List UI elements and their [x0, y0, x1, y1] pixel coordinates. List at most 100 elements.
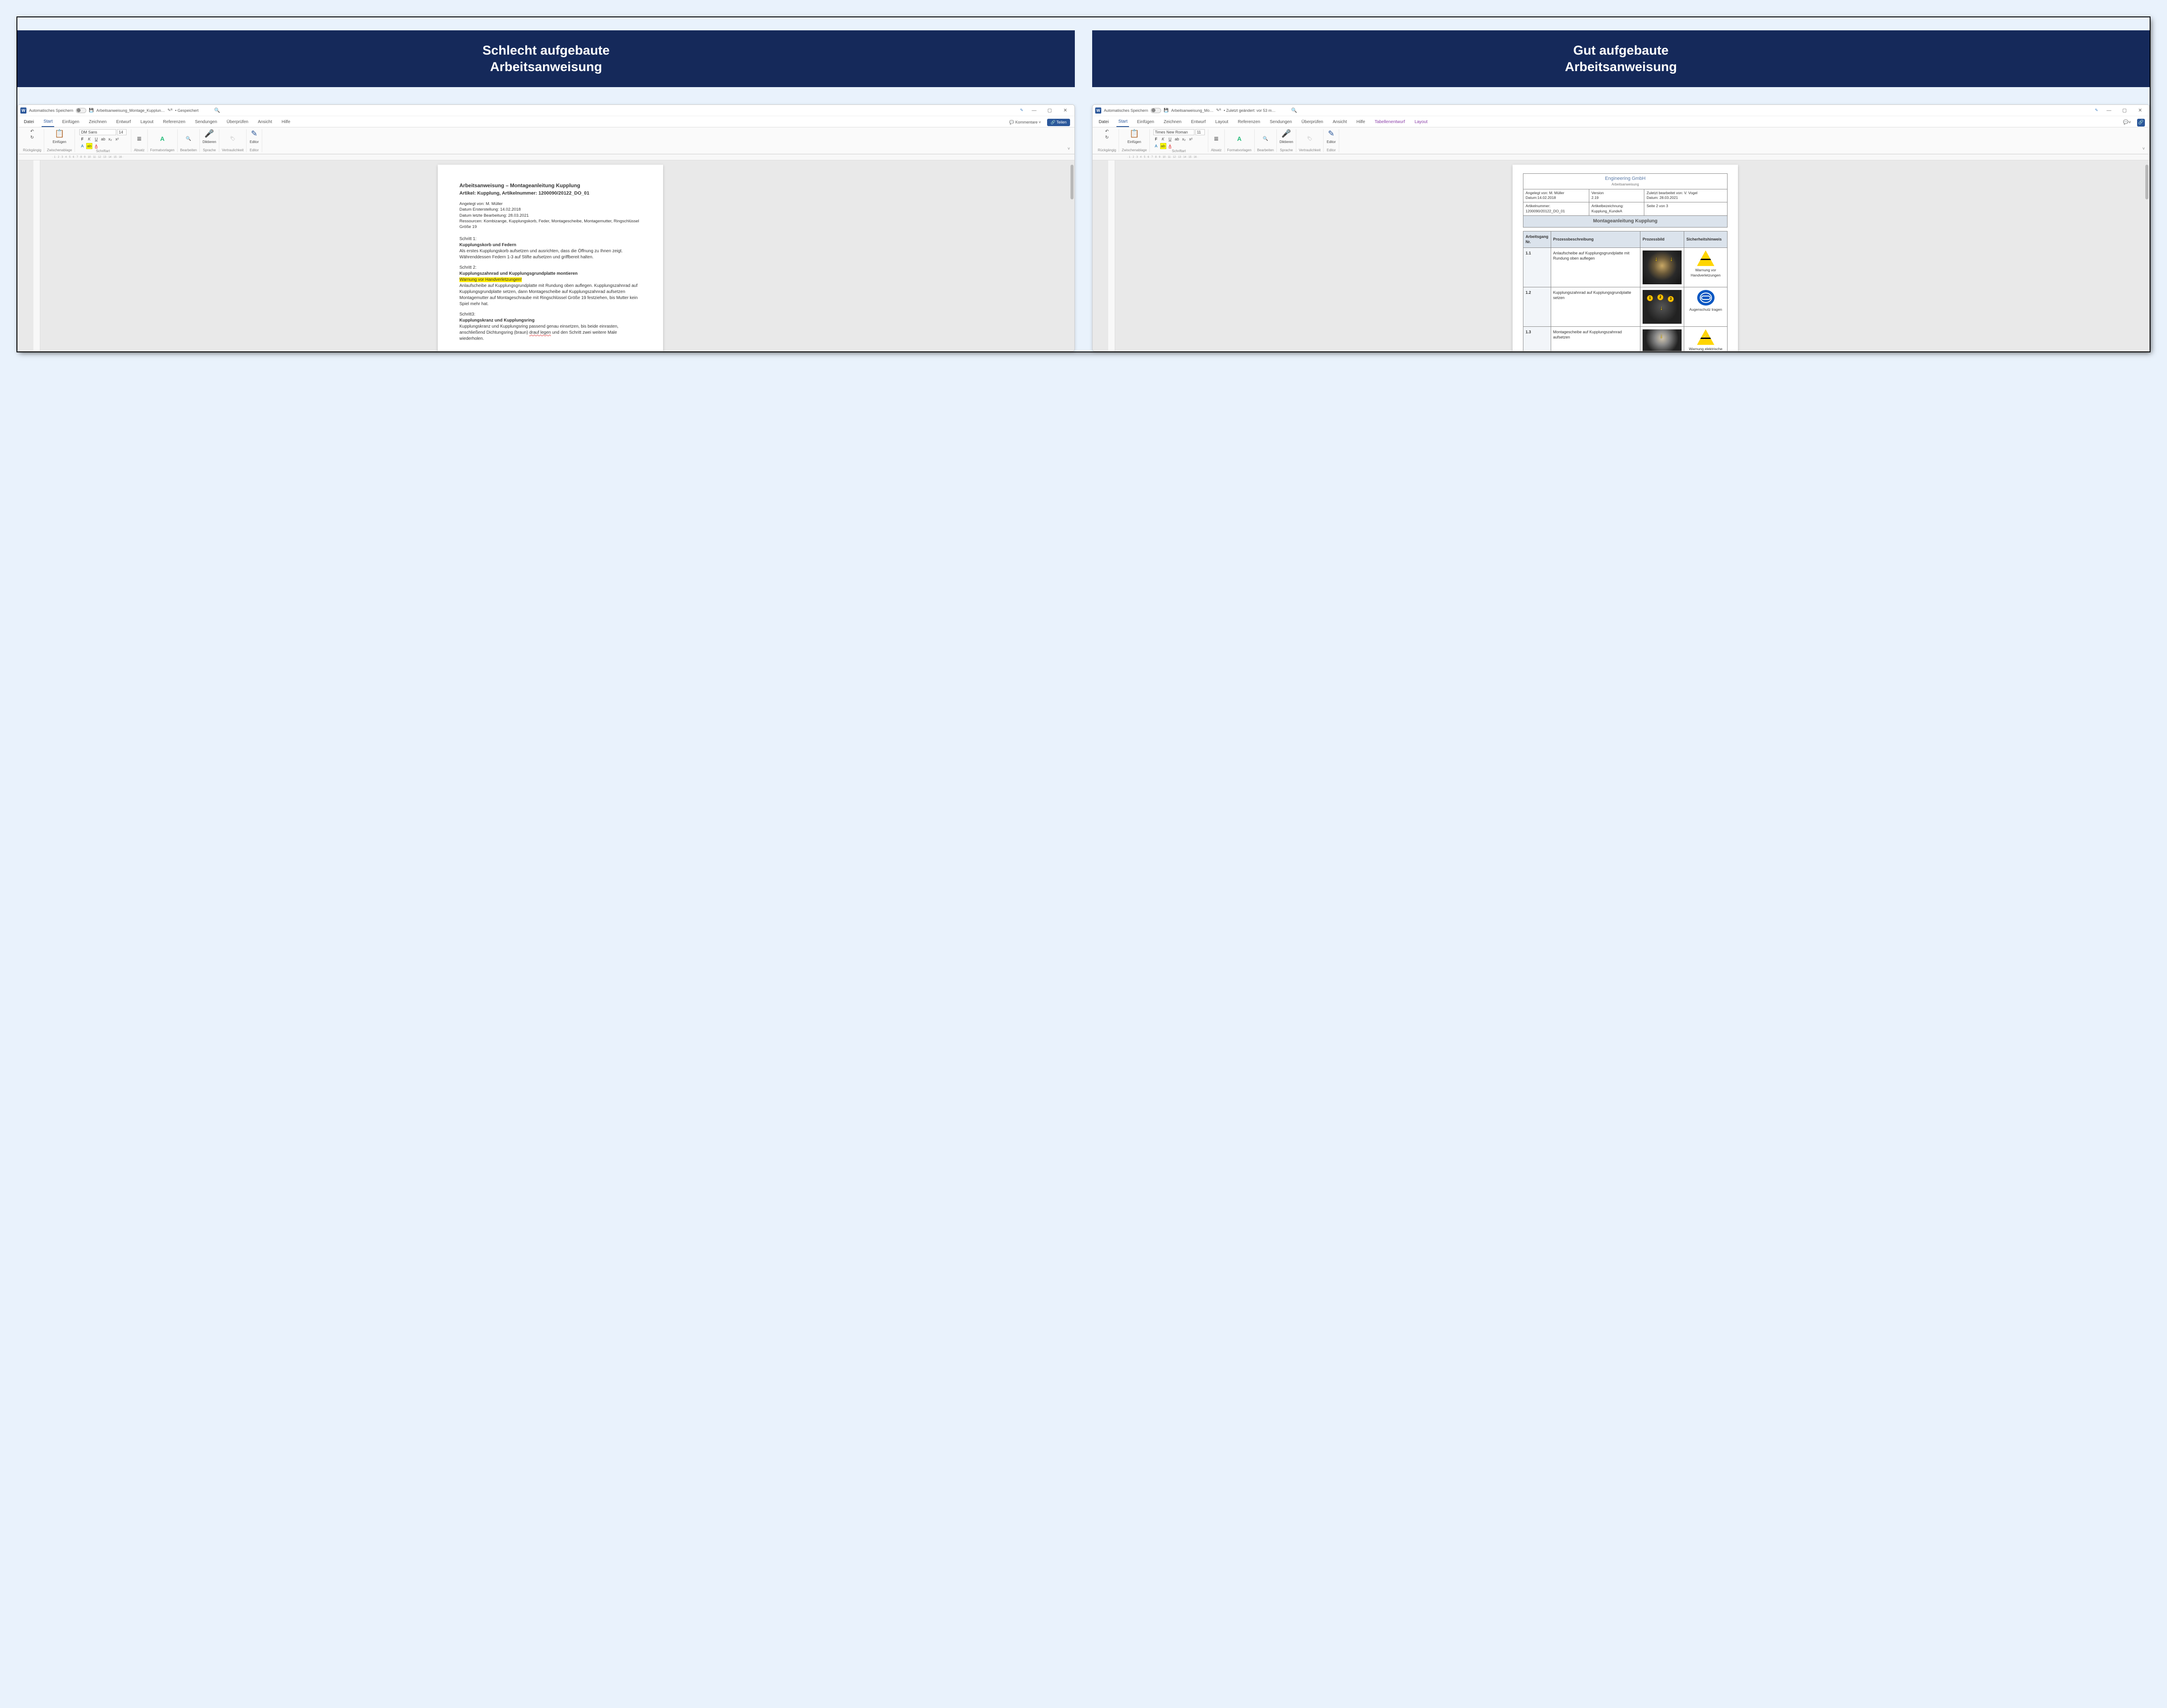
document-page-left[interactable]: Arbeitsanweisung – Montageanleitung Kupp…: [438, 165, 663, 351]
scrollbar[interactable]: [2145, 165, 2148, 199]
tab-review[interactable]: Überprüfen: [1300, 118, 1325, 127]
collapse-ribbon-icon[interactable]: ˅: [2141, 146, 2147, 152]
tab-insert[interactable]: Einfügen: [60, 118, 81, 127]
collapse-ribbon-icon[interactable]: ˅: [1066, 146, 1072, 152]
tab-design[interactable]: Entwurf: [114, 118, 133, 127]
underline-button[interactable]: U: [93, 136, 99, 142]
tab-refs[interactable]: Referenzen: [161, 118, 187, 127]
highlight-button[interactable]: ab: [86, 143, 92, 149]
redo-icon[interactable]: ↻: [30, 135, 34, 140]
tab-table-layout[interactable]: Layout: [1413, 118, 1429, 127]
step2-text2: Montagemutter auf Montageschraube mit Ri…: [459, 295, 641, 307]
tab-file[interactable]: Datei: [22, 118, 36, 127]
document-area-left[interactable]: Arbeitsanweisung – Montageanleitung Kupp…: [18, 160, 1074, 351]
editor-icon[interactable]: ✎: [251, 129, 257, 138]
italic-button[interactable]: K: [1160, 136, 1166, 142]
comments-button[interactable]: 💬 Kommentare ˅: [1009, 120, 1041, 125]
maximize-button[interactable]: ▢: [1043, 106, 1056, 115]
effects-button[interactable]: A: [1153, 143, 1159, 149]
autosave-label: Automatisches Speichern: [1104, 108, 1148, 113]
editor-icon[interactable]: ✎: [1328, 129, 1334, 138]
minimize-button[interactable]: —: [1028, 106, 1041, 115]
bold-button[interactable]: F: [1153, 136, 1159, 142]
strike-button[interactable]: ab: [100, 136, 106, 142]
comments-icon[interactable]: 💬˅: [2123, 120, 2131, 125]
tab-design[interactable]: Entwurf: [1189, 118, 1207, 127]
tab-insert[interactable]: Einfügen: [1135, 118, 1155, 127]
find-icon[interactable]: 🔍: [1263, 137, 1268, 141]
paragraph-icon[interactable]: ≡: [137, 134, 142, 143]
tab-mail[interactable]: Sendungen: [1268, 118, 1294, 127]
maximize-button[interactable]: ▢: [2118, 106, 2131, 115]
tab-help[interactable]: Hilfe: [280, 118, 292, 127]
step2-heading: Kupplungszahnrad und Kupplungsgrundplatt…: [459, 271, 641, 277]
share-button[interactable]: 🔗: [2137, 119, 2145, 127]
autosave-toggle[interactable]: [1151, 108, 1161, 113]
font-size-select[interactable]: 14: [117, 129, 127, 135]
sensitivity-icon[interactable]: 🏷: [1307, 137, 1313, 141]
tab-review[interactable]: Überprüfen: [225, 118, 250, 127]
sup-button[interactable]: x²: [114, 136, 120, 142]
undo-icon[interactable]: ↶: [30, 129, 34, 134]
autosave-toggle[interactable]: [76, 108, 86, 113]
strike-button[interactable]: ab: [1174, 136, 1180, 142]
font-name-select[interactable]: Times New Roman: [1153, 129, 1194, 135]
italic-button[interactable]: K: [86, 136, 92, 142]
tab-refs[interactable]: Referenzen: [1236, 118, 1262, 127]
minimize-button[interactable]: —: [2102, 106, 2115, 115]
edit-mode-icon[interactable]: ✎: [2095, 108, 2098, 113]
tab-layout[interactable]: Layout: [139, 118, 155, 127]
bold-button[interactable]: F: [79, 136, 85, 142]
styles-icon[interactable]: A: [160, 135, 164, 142]
mic-icon[interactable]: 🎤: [1282, 129, 1291, 138]
horizontal-ruler[interactable]: · 1 · 2 · 3 · 4 · 5 · 6 · 7 · 8 · 9 · 10…: [18, 154, 1074, 160]
save-icon[interactable]: 💾: [89, 108, 94, 113]
search-icon[interactable]: 🔍: [1291, 107, 1297, 113]
sensitivity-icon[interactable]: 🏷: [230, 137, 236, 141]
scrollbar[interactable]: [1070, 165, 1074, 199]
tab-help[interactable]: Hilfe: [1355, 118, 1367, 127]
paragraph-icon[interactable]: ≡: [1214, 134, 1219, 143]
find-icon[interactable]: 🔍: [186, 137, 191, 141]
undo-icon[interactable]: ↶: [1105, 129, 1109, 134]
sub-button[interactable]: x₂: [107, 136, 113, 142]
search-icon[interactable]: 🔍: [214, 107, 220, 113]
save-icon[interactable]: 💾: [1164, 108, 1168, 113]
tab-draw[interactable]: Zeichnen: [87, 118, 108, 127]
horizontal-ruler[interactable]: · 1 · 2 · 3 · 4 · 5 · 6 · 7 · 8 · 9 · 10…: [1093, 154, 2149, 160]
effects-button[interactable]: A: [79, 143, 85, 149]
document-page-right[interactable]: Engineering GmbHArbeitsanweisung Angeleg…: [1513, 165, 1738, 351]
underline-button[interactable]: U: [1167, 136, 1173, 142]
share-button[interactable]: 🔗 Teilen: [1047, 119, 1070, 126]
tab-table-design[interactable]: Tabellenentwurf: [1373, 118, 1407, 127]
styles-icon[interactable]: A: [1237, 135, 1241, 142]
sup-button[interactable]: x²: [1188, 136, 1194, 142]
tab-start[interactable]: Start: [1116, 118, 1129, 127]
font-size-select[interactable]: 11: [1195, 129, 1205, 135]
vertical-ruler[interactable]: [33, 160, 40, 351]
font-color-button[interactable]: A: [93, 143, 99, 149]
vertical-ruler[interactable]: [1108, 160, 1115, 351]
tab-mail[interactable]: Sendungen: [193, 118, 219, 127]
font-name-select[interactable]: DM Sans: [79, 129, 116, 135]
redo-icon[interactable]: ↻: [1105, 135, 1109, 140]
close-button[interactable]: ✕: [2134, 106, 2147, 115]
saved-label: • Zuletzt geändert: vor 53 m…: [1223, 108, 1275, 113]
paste-icon[interactable]: 📋: [55, 129, 64, 138]
document-area-right[interactable]: Engineering GmbHArbeitsanweisung Angeleg…: [1093, 160, 2149, 351]
tab-view[interactable]: Ansicht: [1331, 118, 1349, 127]
close-button[interactable]: ✕: [1059, 106, 1072, 115]
warning-electric-icon: ⚡: [1697, 329, 1715, 345]
tab-file[interactable]: Datei: [1097, 118, 1110, 127]
tab-layout[interactable]: Layout: [1214, 118, 1230, 127]
tab-view[interactable]: Ansicht: [256, 118, 274, 127]
tab-draw[interactable]: Zeichnen: [1162, 118, 1183, 127]
font-color-button[interactable]: A: [1167, 143, 1173, 149]
sub-button[interactable]: x₂: [1181, 136, 1187, 142]
edit-mode-icon[interactable]: ✎: [1020, 108, 1023, 113]
tab-start[interactable]: Start: [42, 118, 54, 127]
highlight-button[interactable]: ab: [1160, 143, 1166, 149]
paste-icon[interactable]: 📋: [1129, 129, 1139, 138]
mic-icon[interactable]: 🎤: [205, 129, 214, 138]
header-table: Engineering GmbHArbeitsanweisung Angeleg…: [1523, 173, 1728, 228]
